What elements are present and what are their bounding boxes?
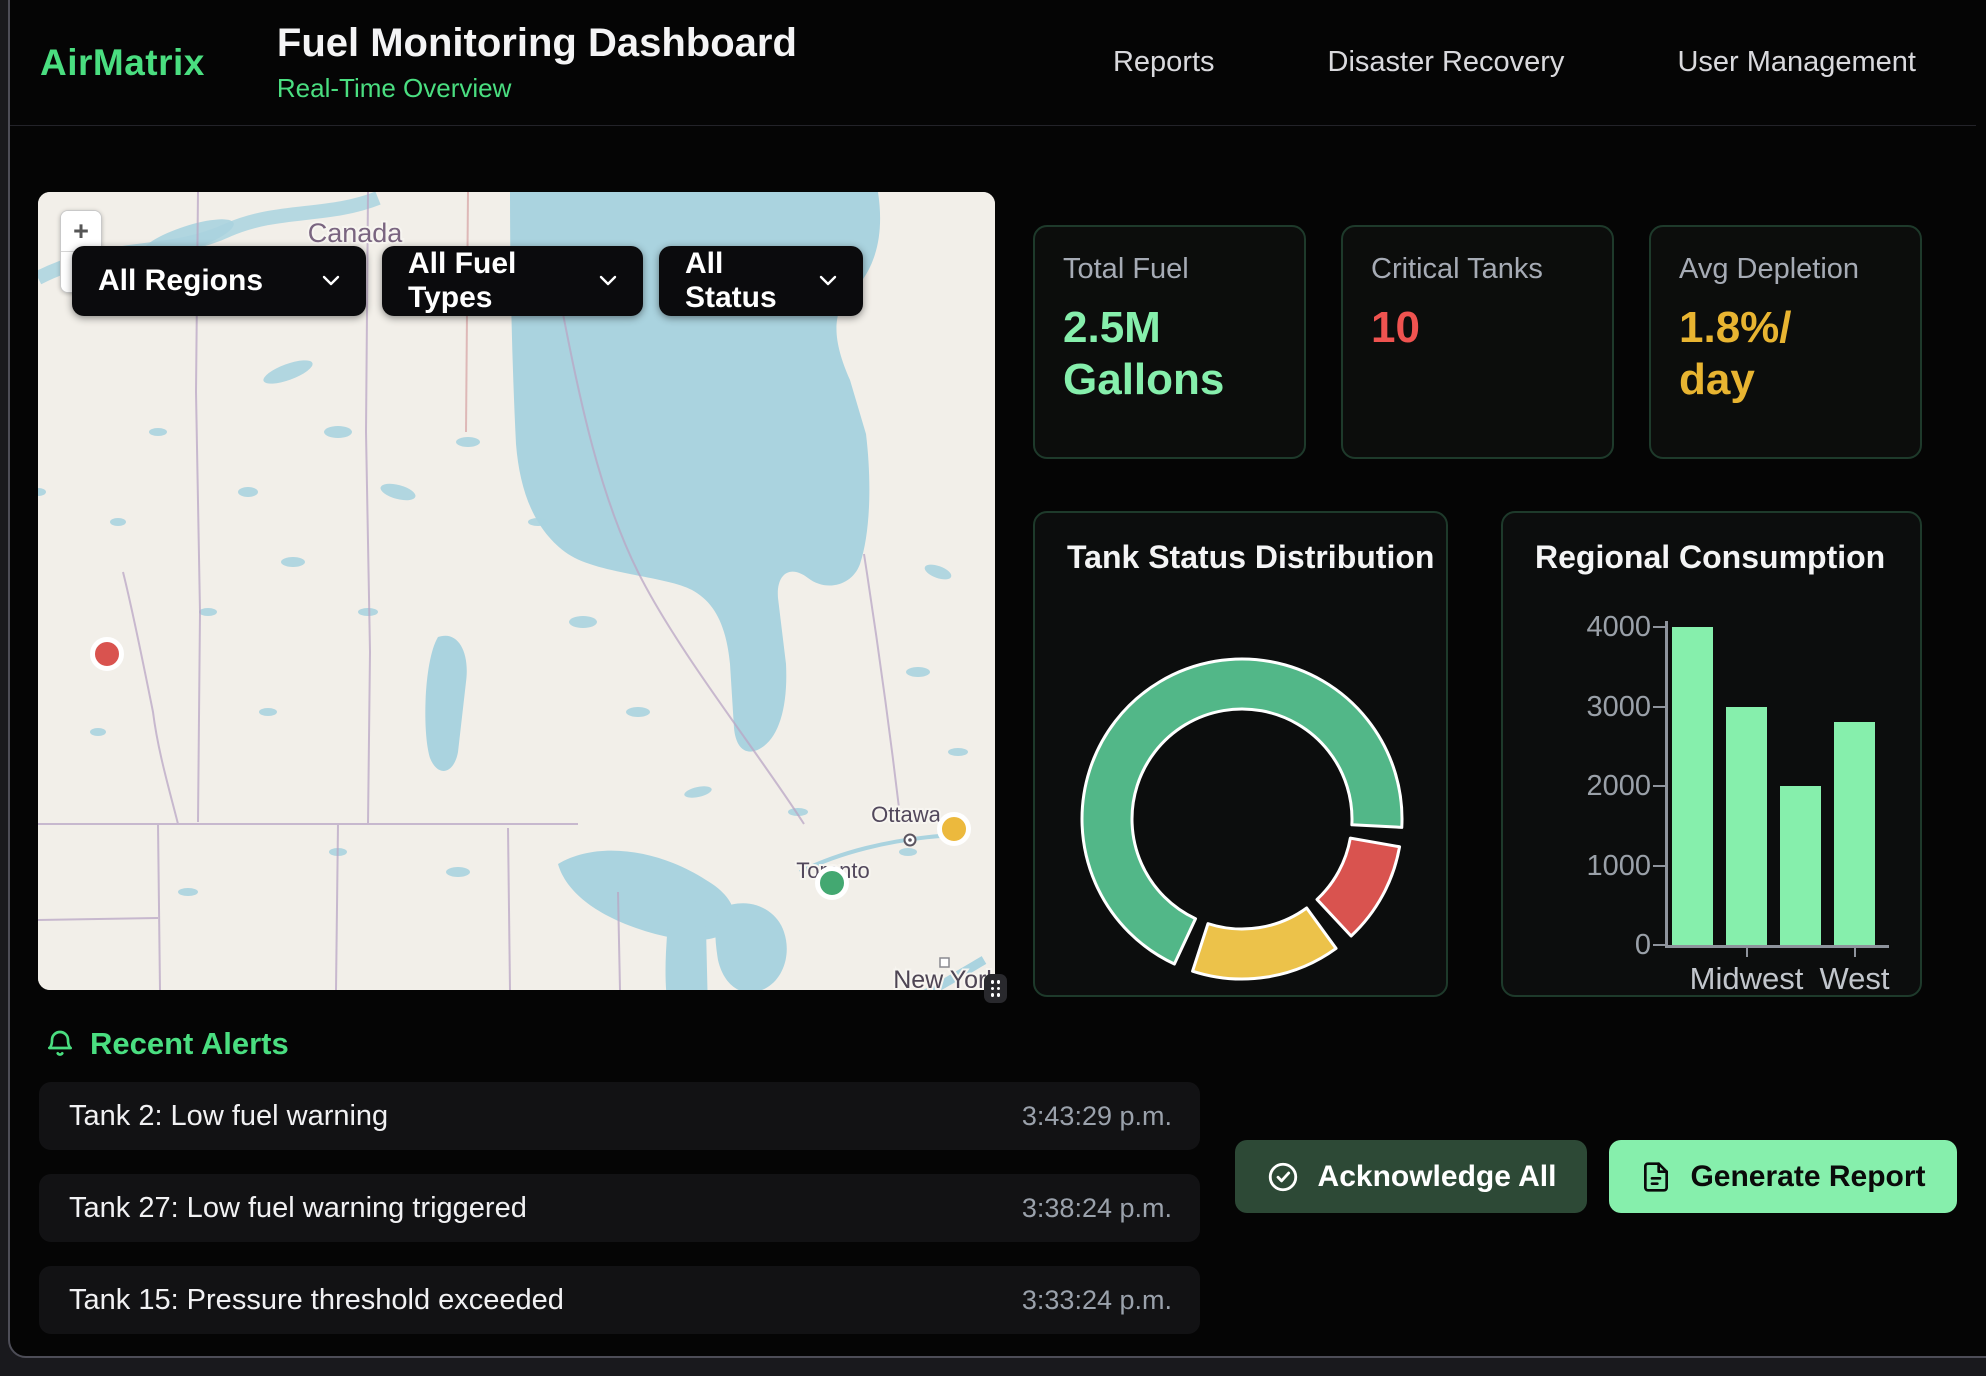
generate-report-label: Generate Report xyxy=(1690,1160,1925,1194)
stat-card-critical-tanks: Critical Tanks 10 xyxy=(1341,225,1614,459)
y-tick-label: 0 xyxy=(1541,929,1651,961)
y-axis xyxy=(1665,621,1668,948)
alert-time: 3:38:24 p.m. xyxy=(1022,1193,1172,1224)
bell-icon xyxy=(44,1028,76,1060)
nav-user-management[interactable]: User Management xyxy=(1677,46,1916,79)
page-subtitle: Real-Time Overview xyxy=(277,73,797,104)
file-text-icon xyxy=(1640,1161,1672,1193)
stat-card-avg-depletion: Avg Depletion 1.8%/day xyxy=(1649,225,1922,459)
fuel-type-filter-value: All Fuel Types xyxy=(408,247,573,315)
chevron-down-icon xyxy=(322,275,340,287)
main-nav: Reports Disaster Recovery User Managemen… xyxy=(1113,46,1916,79)
chevron-down-icon xyxy=(599,275,617,287)
alerts-heading: Recent Alerts xyxy=(44,1026,289,1062)
y-tick xyxy=(1653,865,1665,867)
stat-label: Avg Depletion xyxy=(1679,253,1892,286)
regional-bar-plot: 01000200030004000MidwestWest xyxy=(1503,513,1920,995)
header: AirMatrix Fuel Monitoring Dashboard Real… xyxy=(10,0,1976,126)
stat-card-total-fuel: Total Fuel 2.5MGallons xyxy=(1033,225,1306,459)
fuel-type-filter-select[interactable]: All Fuel Types xyxy=(382,246,643,316)
alert-row: Tank 2: Low fuel warning 3:43:29 p.m. xyxy=(39,1082,1200,1150)
consumption-bar xyxy=(1834,722,1875,945)
map-label-ottawa: Ottawa xyxy=(871,802,941,827)
nav-reports[interactable]: Reports xyxy=(1113,46,1215,79)
alert-time: 3:33:24 p.m. xyxy=(1022,1285,1172,1316)
alerts-heading-text: Recent Alerts xyxy=(90,1026,289,1062)
alert-text: Tank 2: Low fuel warning xyxy=(69,1100,388,1133)
tank-status-donut xyxy=(1035,513,1450,999)
tank-marker-warning[interactable] xyxy=(940,815,969,844)
y-tick xyxy=(1653,626,1665,628)
stat-label: Total Fuel xyxy=(1063,253,1276,286)
tank-marker-normal[interactable] xyxy=(818,869,847,898)
nav-disaster-recovery[interactable]: Disaster Recovery xyxy=(1328,46,1565,79)
tank-status-panel: Tank Status Distribution xyxy=(1033,511,1448,997)
dashboard-page: AirMatrix Fuel Monitoring Dashboard Real… xyxy=(0,0,1986,1376)
consumption-bar xyxy=(1726,707,1767,946)
consumption-bar xyxy=(1780,786,1821,945)
acknowledge-all-label: Acknowledge All xyxy=(1318,1160,1557,1194)
acknowledge-all-button[interactable]: Acknowledge All xyxy=(1235,1140,1587,1213)
regional-consumption-panel: Regional Consumption 01000200030004000Mi… xyxy=(1501,511,1922,997)
y-tick xyxy=(1653,944,1665,946)
check-circle-icon xyxy=(1266,1160,1300,1194)
title-block: Fuel Monitoring Dashboard Real-Time Over… xyxy=(277,21,797,104)
donut-segment xyxy=(1317,838,1400,936)
alert-time: 3:43:29 p.m. xyxy=(1022,1101,1172,1132)
y-tick xyxy=(1653,706,1665,708)
consumption-bar xyxy=(1672,627,1713,945)
map-label-new-york: New York xyxy=(893,966,995,990)
y-tick-label: 4000 xyxy=(1541,611,1651,643)
region-filter-select[interactable]: All Regions xyxy=(72,246,366,316)
stat-value-avg-depletion: 1.8%/day xyxy=(1679,302,1879,406)
stat-value-critical-tanks: 10 xyxy=(1371,302,1571,354)
y-tick-label: 3000 xyxy=(1541,691,1651,723)
page-title: Fuel Monitoring Dashboard xyxy=(277,21,797,66)
alert-row: Tank 27: Low fuel warning triggered 3:38… xyxy=(39,1174,1200,1242)
map-resize-grip[interactable] xyxy=(984,974,1007,1003)
y-tick-label: 2000 xyxy=(1541,770,1651,802)
ottawa-town-dot xyxy=(908,838,912,842)
map-filter-bar: All Regions All Fuel Types All Status xyxy=(72,246,863,316)
chevron-down-icon xyxy=(819,275,837,287)
tank-marker-critical[interactable] xyxy=(93,640,122,669)
region-filter-value: All Regions xyxy=(98,264,263,298)
x-tick-label: West xyxy=(1770,961,1940,997)
y-tick xyxy=(1653,785,1665,787)
alert-text: Tank 15: Pressure threshold exceeded xyxy=(69,1284,564,1317)
status-filter-select[interactable]: All Status xyxy=(659,246,863,316)
status-filter-value: All Status xyxy=(685,247,793,315)
tank-status-title: Tank Status Distribution xyxy=(1067,539,1434,576)
x-tick xyxy=(1854,948,1856,957)
y-tick-label: 1000 xyxy=(1541,850,1651,882)
alert-text: Tank 27: Low fuel warning triggered xyxy=(69,1192,527,1225)
stat-label: Critical Tanks xyxy=(1371,253,1584,286)
brand-logo[interactable]: AirMatrix xyxy=(40,42,205,84)
generate-report-button[interactable]: Generate Report xyxy=(1609,1140,1957,1213)
new-york-town-icon xyxy=(940,958,949,967)
stat-value-total-fuel: 2.5MGallons xyxy=(1063,302,1263,406)
x-tick xyxy=(1746,948,1748,957)
map-label-canada: Canada xyxy=(308,218,404,248)
alert-row: Tank 15: Pressure threshold exceeded 3:3… xyxy=(39,1266,1200,1334)
donut-segment xyxy=(1193,908,1336,979)
